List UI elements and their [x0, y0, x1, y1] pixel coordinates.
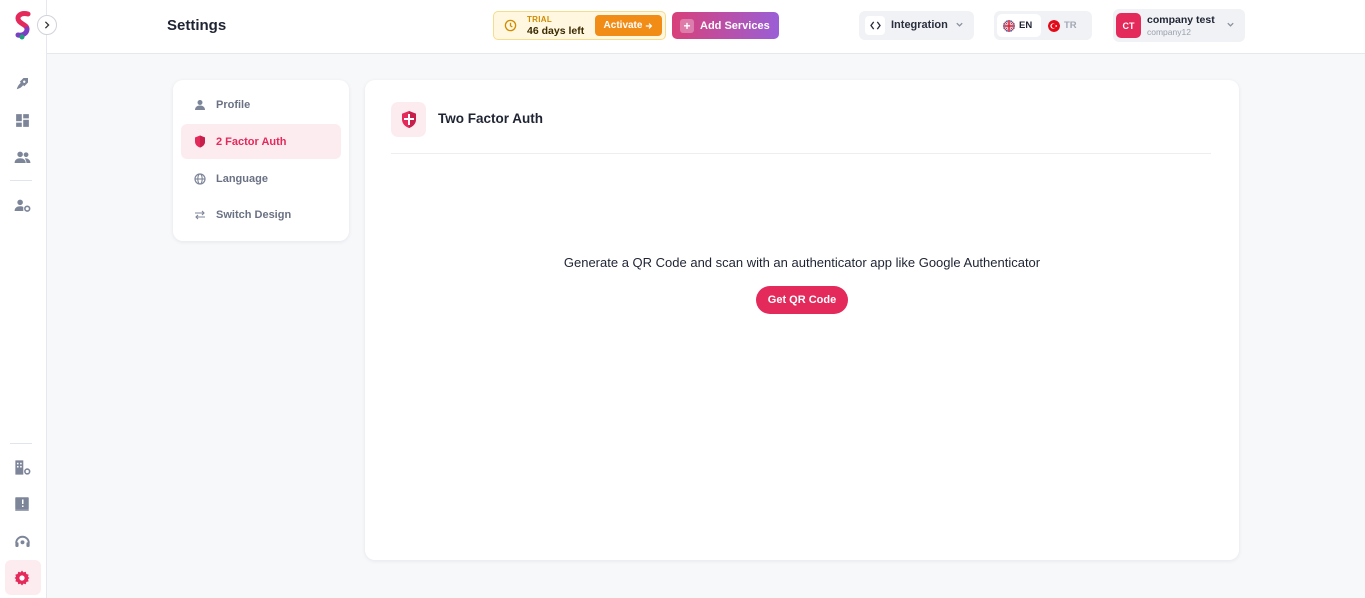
trial-badge: TRIAL 46 days left Activate: [493, 11, 666, 40]
clock-icon: [504, 19, 517, 32]
sidebar-rail: [0, 0, 47, 598]
logo[interactable]: [12, 11, 34, 41]
user-company: company12: [1147, 27, 1191, 37]
settings-icon[interactable]: [11, 567, 33, 589]
settings-nav-label: Switch Design: [216, 208, 292, 221]
trial-days-left: 46 days left: [527, 25, 585, 37]
user-icon: [193, 98, 207, 112]
building-settings-icon[interactable]: [11, 456, 33, 478]
plus-icon: +: [680, 18, 694, 33]
turkey-flag-icon: [1048, 19, 1060, 32]
settings-nav-label: Language: [216, 172, 268, 185]
user-name: company test: [1147, 14, 1215, 26]
language-switcher: EN TR: [994, 11, 1092, 40]
language-tr-button[interactable]: TR: [1048, 14, 1077, 37]
activate-button[interactable]: Activate: [595, 15, 662, 36]
rocket-icon[interactable]: [11, 73, 33, 95]
settings-nav-switch-design[interactable]: Switch Design: [181, 197, 341, 232]
integration-dropdown[interactable]: Integration: [859, 11, 974, 40]
rail-divider: [10, 180, 32, 181]
card-title: Two Factor Auth: [438, 111, 543, 126]
settings-nav-2fa[interactable]: 2 Factor Auth: [181, 124, 341, 159]
language-en-button[interactable]: EN: [997, 14, 1041, 37]
swap-icon: [193, 208, 207, 222]
add-services-label: Add Services: [700, 19, 770, 32]
settings-nav-label: Profile: [216, 98, 251, 111]
dashboard-icon[interactable]: [11, 109, 33, 131]
chevron-right-icon: [44, 21, 50, 29]
shield-icon: [391, 102, 426, 137]
page-title: Settings: [167, 17, 227, 34]
code-icon: [865, 16, 885, 35]
chevron-down-icon: [1227, 22, 1234, 27]
shield-icon: [193, 135, 207, 149]
two-factor-card: Two Factor Auth Generate a QR Code and s…: [365, 80, 1239, 560]
settings-nav-language[interactable]: Language: [181, 161, 341, 196]
settings-nav-profile[interactable]: Profile: [181, 87, 341, 122]
language-tr-label: TR: [1064, 20, 1077, 31]
top-bar: Settings TRIAL 46 days left Activate + A…: [47, 0, 1365, 54]
user-settings-icon[interactable]: [11, 194, 33, 216]
support-icon[interactable]: [11, 530, 33, 552]
book-icon[interactable]: [11, 493, 33, 515]
add-services-button[interactable]: + Add Services: [672, 12, 779, 39]
integration-label: Integration: [891, 19, 948, 31]
user-menu[interactable]: CT company test company12: [1113, 9, 1245, 42]
settings-nav: Profile 2 Factor Auth Language Switch De…: [173, 80, 349, 241]
trial-label: TRIAL: [527, 15, 553, 24]
language-en-label: EN: [1019, 20, 1033, 31]
avatar: CT: [1116, 13, 1141, 38]
divider: [391, 153, 1211, 154]
settings-nav-label: 2 Factor Auth: [216, 135, 287, 148]
get-qr-code-button[interactable]: Get QR Code: [756, 286, 848, 314]
globe-icon: [193, 172, 207, 186]
rail-divider: [10, 443, 32, 444]
arrow-right-icon: [646, 22, 653, 29]
users-icon[interactable]: [11, 146, 33, 168]
two-factor-description: Generate a QR Code and scan with an auth…: [563, 255, 1041, 270]
uk-flag-icon: [1003, 19, 1015, 32]
sidebar-expand-button[interactable]: [37, 15, 57, 35]
chevron-down-icon: [956, 22, 963, 27]
activate-label: Activate: [603, 20, 643, 31]
